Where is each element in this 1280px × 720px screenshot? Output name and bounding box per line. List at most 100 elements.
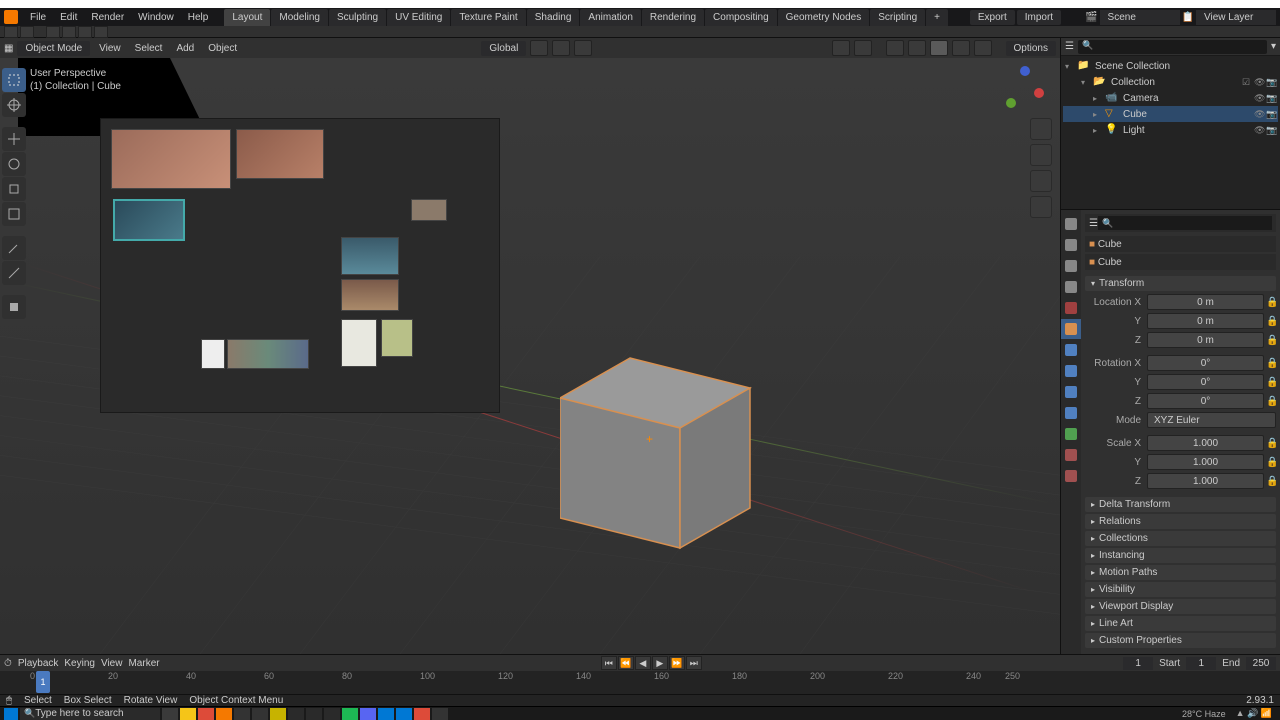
workspace-add[interactable]: + (926, 9, 948, 26)
play-button[interactable]: ▶ (652, 656, 668, 670)
start-button[interactable] (4, 708, 18, 720)
workspace-sculpting[interactable]: Sculpting (329, 9, 386, 26)
keyframe-next-button[interactable]: ⏩ (669, 656, 685, 670)
nav-gizmo[interactable] (1000, 66, 1046, 112)
location-z-input[interactable]: 0 m (1147, 332, 1264, 348)
reference-board[interactable] (100, 118, 500, 413)
menu-file[interactable]: File (24, 10, 52, 25)
proportional-icon[interactable] (574, 40, 592, 56)
system-tray[interactable]: ▲ 🔊 📶 (1232, 708, 1276, 719)
options-dropdown[interactable]: Options (1006, 41, 1056, 56)
ref-image-8[interactable] (381, 319, 413, 357)
ref-image-10[interactable] (227, 339, 309, 369)
menu-help[interactable]: Help (182, 10, 215, 25)
taskbar-app-icon[interactable] (342, 708, 358, 720)
tool-add-cube[interactable] (2, 295, 26, 319)
taskbar-app-icon[interactable] (288, 708, 304, 720)
vp-menu-select[interactable]: Select (130, 41, 168, 56)
section-relations[interactable]: ▸Relations (1085, 514, 1276, 529)
exclude-toggle-icon[interactable]: ☑ (1242, 77, 1252, 87)
location-x-input[interactable]: 0 m (1147, 294, 1264, 310)
overlay-toggle-icon[interactable] (854, 40, 872, 56)
workspace-modeling[interactable]: Modeling (271, 9, 328, 26)
mode-selector[interactable]: Object Mode (17, 41, 90, 56)
object-name-field[interactable]: ■ Cube (1085, 236, 1276, 252)
tab-output[interactable] (1061, 235, 1081, 255)
perspective-toggle-icon[interactable] (1030, 196, 1052, 218)
workspace-texture[interactable]: Texture Paint (451, 9, 525, 26)
tab-modifiers[interactable] (1061, 340, 1081, 360)
taskbar-app-icon[interactable] (396, 708, 412, 720)
rotation-mode-select[interactable]: XYZ Euler (1147, 412, 1276, 428)
ref-image-3-selected[interactable] (113, 199, 185, 241)
ref-image-2[interactable] (236, 129, 324, 179)
taskbar-app-icon[interactable] (180, 708, 196, 720)
viewlayer-input[interactable]: View Layer (1196, 10, 1276, 25)
workspace-animation[interactable]: Animation (580, 9, 640, 26)
ref-image-5[interactable] (341, 237, 399, 275)
menu-render[interactable]: Render (85, 10, 130, 25)
gizmo-z-icon[interactable] (1020, 66, 1030, 76)
gizmo-toggle-icon[interactable] (832, 40, 850, 56)
tree-scene-collection[interactable]: ▾📁 Scene Collection (1063, 58, 1278, 74)
tab-data[interactable] (1061, 424, 1081, 444)
timeline-keying-menu[interactable]: Keying (64, 658, 95, 669)
tab-render[interactable] (1061, 214, 1081, 234)
menu-edit[interactable]: Edit (54, 10, 83, 25)
section-viewport-display[interactable]: ▸Viewport Display (1085, 599, 1276, 614)
section-custom-props[interactable]: ▸Custom Properties (1085, 633, 1276, 648)
tab-physics[interactable] (1061, 382, 1081, 402)
section-delta-transform[interactable]: ▸Delta Transform (1085, 497, 1276, 512)
ref-image-7[interactable] (341, 319, 377, 367)
tree-camera[interactable]: ▸📹 Camera 👁📷 (1063, 90, 1278, 106)
tab-world[interactable] (1061, 298, 1081, 318)
outliner-search[interactable]: 🔍 (1078, 40, 1267, 54)
scale-x-input[interactable]: 1.000 (1147, 435, 1264, 451)
outliner-type-icon[interactable]: ☰ (1065, 41, 1074, 52)
viewport-3d[interactable]: ▦ Object Mode View Select Add Object Glo… (0, 38, 1060, 654)
ref-image-4[interactable] (411, 199, 447, 221)
vp-menu-object[interactable]: Object (203, 41, 242, 56)
cube-object[interactable] (560, 348, 760, 548)
ref-image-1[interactable] (111, 129, 231, 189)
section-line-art[interactable]: ▸Line Art (1085, 616, 1276, 631)
pan-icon[interactable] (1030, 144, 1052, 166)
snap-icon[interactable] (552, 40, 570, 56)
zoom-icon[interactable] (1030, 118, 1052, 140)
vp-menu-add[interactable]: Add (171, 41, 199, 56)
editor-type-icon[interactable]: ▦ (4, 43, 13, 54)
tree-cube[interactable]: ▸▽ Cube 👁📷 (1063, 106, 1278, 122)
tool-measure[interactable] (2, 261, 26, 285)
start-frame-input[interactable]: 1 (1186, 657, 1216, 670)
rotation-z-input[interactable]: 0° (1147, 393, 1264, 409)
editor-type-icon[interactable]: ☰ (1089, 218, 1098, 229)
orientation-selector[interactable]: Global (481, 41, 526, 56)
shading-material-icon[interactable] (952, 40, 970, 56)
snap-icon-2[interactable] (62, 26, 76, 38)
workspace-uv[interactable]: UV Editing (387, 9, 450, 26)
tool-transform[interactable] (2, 202, 26, 226)
tab-material[interactable] (1061, 445, 1081, 465)
taskbar-app-icon[interactable] (234, 708, 250, 720)
viewport-toggle-icon[interactable]: 👁 (1254, 77, 1264, 87)
tool-annotate[interactable] (2, 236, 26, 260)
shading-solid-icon[interactable] (930, 40, 948, 56)
section-transform[interactable]: ▾Transform (1085, 276, 1276, 291)
end-frame-input[interactable]: 250 (1246, 657, 1276, 670)
section-collections[interactable]: ▸Collections (1085, 531, 1276, 546)
tool-move[interactable] (2, 127, 26, 151)
scale-z-input[interactable]: 1.000 (1147, 473, 1264, 489)
tool-scale[interactable] (2, 177, 26, 201)
workspace-rendering[interactable]: Rendering (642, 9, 704, 26)
snap-icon[interactable] (46, 26, 60, 38)
tab-object[interactable] (1061, 319, 1081, 339)
tool-cursor[interactable] (2, 93, 26, 117)
scene-input[interactable]: Scene (1100, 10, 1180, 25)
tool-select-box[interactable] (2, 68, 26, 92)
rotation-x-input[interactable]: 0° (1147, 355, 1264, 371)
pivot-icon[interactable] (530, 40, 548, 56)
taskbar-app-icon[interactable] (270, 708, 286, 720)
location-y-input[interactable]: 0 m (1147, 313, 1264, 329)
cursor-tool-icon[interactable] (4, 26, 18, 38)
menu-window[interactable]: Window (132, 10, 180, 25)
